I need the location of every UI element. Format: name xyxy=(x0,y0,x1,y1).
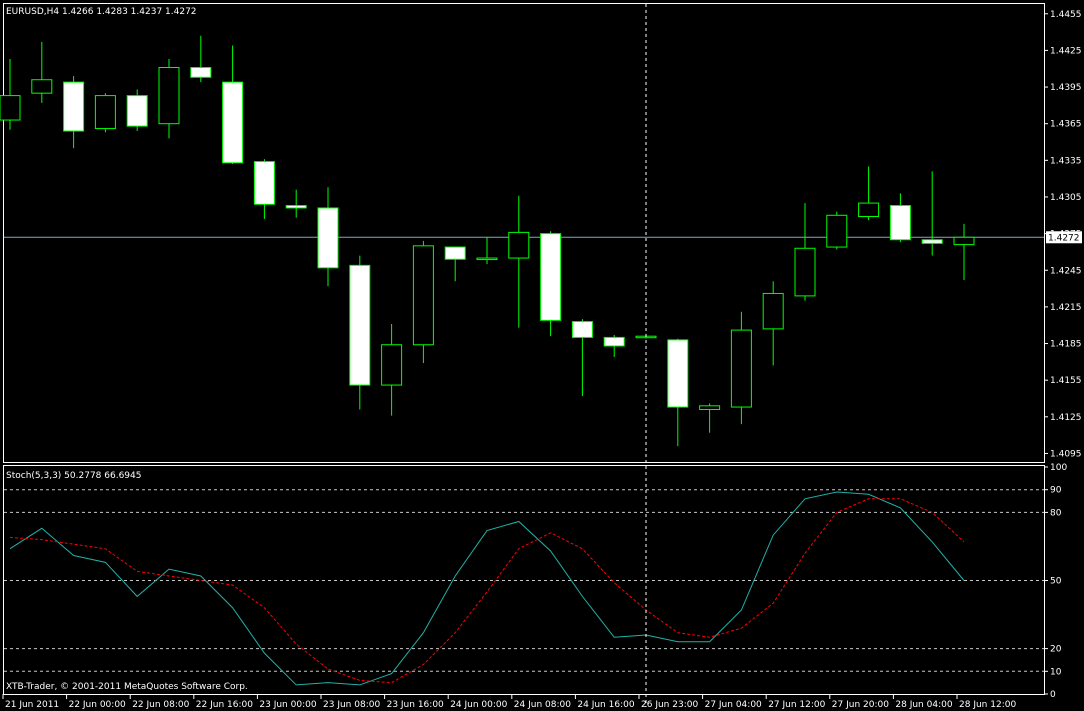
stochastic-label: Stoch(5,3,3) 50.2778 66.6945 xyxy=(6,471,141,481)
stochastic-tick-label: 80 xyxy=(1050,508,1062,518)
candle xyxy=(540,231,562,337)
price-tick-label: 1.4395 xyxy=(1050,83,1082,93)
candle-body-bull xyxy=(158,67,180,125)
stochastic-tick-label: 50 xyxy=(1050,577,1062,587)
candle-body-bear xyxy=(253,161,275,205)
time-tick-label: 24 Jun 00:00 xyxy=(450,700,507,710)
candle-body-bull xyxy=(858,202,880,218)
time-tick-label: 27 Jun 04:00 xyxy=(705,700,762,710)
candle-body-bear xyxy=(126,95,148,127)
candle-body-bear xyxy=(667,339,689,408)
candle-body-bull xyxy=(381,344,403,386)
time-tick-label: 28 Jun 12:00 xyxy=(959,700,1016,710)
candle-body-bull xyxy=(476,257,498,261)
candle-body-bear xyxy=(63,81,85,132)
time-tick-label: 28 Jun 04:00 xyxy=(895,700,952,710)
time-tick-label: 21 Jun 2011 xyxy=(5,700,59,710)
symbol-info-label: EURUSD,H4 1.4266 1.4283 1.4237 1.4272 xyxy=(6,7,197,17)
candle-body-bull xyxy=(762,292,784,330)
candle-body-bull xyxy=(730,329,752,408)
candle-body-bear xyxy=(571,321,593,338)
candle-body-bear xyxy=(444,246,466,260)
candle-body-bull xyxy=(0,95,21,121)
candle xyxy=(826,211,848,250)
time-tick-label: 23 Jun 00:00 xyxy=(259,700,316,710)
price-tick-label: 1.4335 xyxy=(1050,156,1082,166)
candle-body-bear xyxy=(603,336,625,347)
price-tick-label: 1.4095 xyxy=(1050,449,1082,459)
candle-body-bear xyxy=(921,239,943,244)
time-tick-label: 24 Jun 08:00 xyxy=(514,700,571,710)
candle-body-bull xyxy=(412,245,434,346)
stochastic-tick-label: 100 xyxy=(1050,463,1067,473)
candle-body-bull xyxy=(508,231,530,259)
candle-body-bear xyxy=(190,67,212,78)
time-tick-label: 24 Jun 16:00 xyxy=(577,700,634,710)
mt4-chart-window[interactable]: 1.4455 1.4425 1.4395 1.4365 1.4335 1.4305 1.42… xyxy=(0,0,1084,711)
stochastic-tick-label: 20 xyxy=(1050,645,1062,655)
candle-body-bull xyxy=(826,214,848,248)
price-tick-label: 1.4425 xyxy=(1050,46,1082,56)
candle xyxy=(412,240,434,364)
time-tick-label: 22 Jun 08:00 xyxy=(132,700,189,710)
time-tick-label: 23 Jun 08:00 xyxy=(323,700,380,710)
time-tick-label: 22 Jun 00:00 xyxy=(69,700,126,710)
price-tick-label: 1.4365 xyxy=(1050,120,1082,130)
time-tick-label: 26 Jun 23:00 xyxy=(641,700,698,710)
candle-body-bull xyxy=(794,247,816,297)
candle-body-bull xyxy=(31,79,53,94)
candle-body-bull xyxy=(953,236,975,246)
stochastic-tick-label: 0 xyxy=(1050,690,1056,700)
copyright-label: XTB-Trader, © 2001-2011 MetaQuotes Softw… xyxy=(6,682,248,692)
price-tick-label: 1.4245 xyxy=(1050,266,1082,276)
candle xyxy=(126,89,148,132)
stochastic-tick-label: 90 xyxy=(1050,486,1062,496)
price-tick-label: 1.4305 xyxy=(1050,193,1082,203)
time-tick-label: 27 Jun 12:00 xyxy=(768,700,825,710)
candle-body-bull xyxy=(699,405,721,410)
price-tick-label: 1.4125 xyxy=(1050,413,1082,423)
price-tick-label: 1.4185 xyxy=(1050,340,1082,350)
time-tick-label: 23 Jun 16:00 xyxy=(387,700,444,710)
time-tick-label: 27 Jun 20:00 xyxy=(832,700,889,710)
candle xyxy=(94,93,116,133)
candle-body-bull xyxy=(94,95,116,130)
candle-body-bear xyxy=(317,207,339,269)
candle-body-bear xyxy=(285,205,307,209)
bid-price-label: 1.4272 xyxy=(1048,233,1080,243)
price-tick-label: 1.4215 xyxy=(1050,303,1082,313)
candle-body-bear xyxy=(540,233,562,321)
candle-body-bear xyxy=(889,205,911,241)
stochastic-tick-label: 10 xyxy=(1050,667,1062,677)
price-tick-label: 1.4155 xyxy=(1050,376,1082,386)
candle-body-bear xyxy=(349,264,371,386)
price-tick-label: 1.4455 xyxy=(1050,10,1082,20)
candle-body-bear xyxy=(222,81,244,164)
time-tick-label: 22 Jun 16:00 xyxy=(196,700,253,710)
